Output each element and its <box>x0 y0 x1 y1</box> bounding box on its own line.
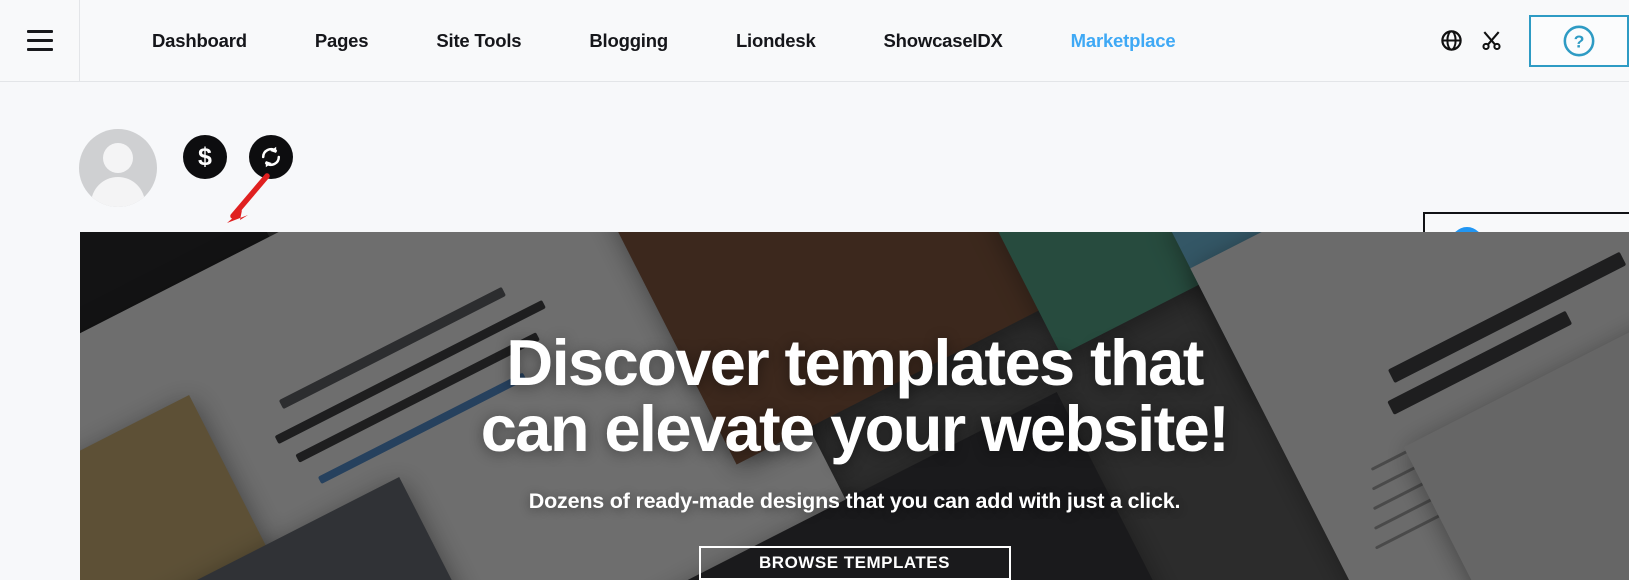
nav-right-controls: ? <box>1431 0 1629 81</box>
nav-link-showcaseidx[interactable]: ShowcaseIDX <box>850 30 1037 52</box>
marketplace-hero-banner: Discover templates that can elevate your… <box>80 232 1629 580</box>
avatar-body-shape <box>91 177 145 207</box>
top-navigation-bar: Dashboard Pages Site Tools Blogging Lion… <box>0 0 1629 82</box>
nav-link-dashboard[interactable]: Dashboard <box>118 30 281 52</box>
nav-link-blogging[interactable]: Blogging <box>555 30 702 52</box>
nav-link-site-tools[interactable]: Site Tools <box>402 30 555 52</box>
svg-text:?: ? <box>1574 31 1585 51</box>
hero-subtitle: Dozens of ready-made designs that you ca… <box>528 488 1181 513</box>
hamburger-bar <box>26 29 53 33</box>
sync-refresh-button[interactable] <box>249 135 293 179</box>
nav-link-marketplace[interactable]: Marketplace <box>1037 30 1210 52</box>
profile-action-row: $ Update Billing 1 Incomplete <box>0 82 1629 293</box>
hamburger-bar <box>26 48 53 52</box>
hero-cta-button[interactable]: BROWSE TEMPLATES <box>698 545 1011 580</box>
avatar-head-shape <box>103 143 133 173</box>
sync-refresh-icon <box>261 146 281 168</box>
hamburger-menu-icon[interactable] <box>0 0 80 81</box>
hero-title-line-2: can elevate your website! <box>480 392 1230 466</box>
hero-title: Discover templates that can elevate your… <box>480 326 1230 466</box>
hero-title-line-1: Discover templates that <box>506 326 1204 399</box>
update-billing-button[interactable]: $ <box>183 135 227 179</box>
help-button[interactable]: ? <box>1529 14 1629 67</box>
dollar-sign-icon: $ <box>198 142 212 171</box>
help-question-icon: ? <box>1563 25 1595 56</box>
hero-content: Discover templates that can elevate your… <box>80 232 1629 580</box>
user-avatar[interactable] <box>79 129 157 207</box>
globe-icon[interactable] <box>1431 21 1471 61</box>
nav-link-pages[interactable]: Pages <box>281 30 403 52</box>
scissors-tools-icon[interactable] <box>1471 21 1511 61</box>
nav-link-liondesk[interactable]: Liondesk <box>702 30 850 52</box>
hamburger-bar <box>26 38 53 43</box>
main-nav-links: Dashboard Pages Site Tools Blogging Lion… <box>118 30 1209 52</box>
